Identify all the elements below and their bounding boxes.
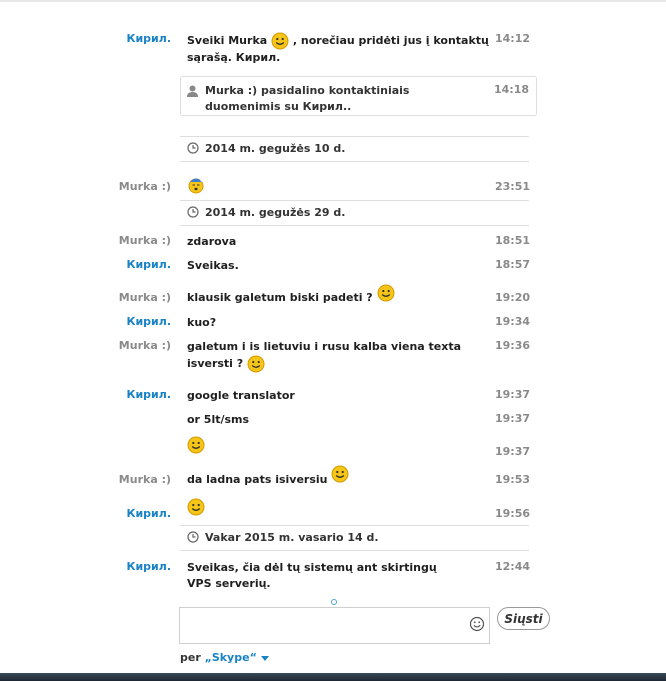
message-time: 19:37 <box>495 445 531 458</box>
message-time: 18:51 <box>495 234 531 247</box>
message-sender[interactable]: Murka :) <box>119 291 171 304</box>
message-text: Sveiki Murka , norečiau pridėti jus į ko… <box>187 32 492 66</box>
message-text-part: klausik galetum biski padeti ? <box>187 291 373 304</box>
message-row: Кирил. kuo? 19:34 <box>0 315 666 335</box>
message-sender[interactable]: Кирил. <box>126 315 171 328</box>
smiley-icon <box>377 284 395 302</box>
message-time: 19:56 <box>495 507 531 520</box>
message-sender[interactable]: Кирил. <box>126 32 171 45</box>
clock-icon <box>187 206 199 218</box>
message-row: Кирил. 19:56 <box>0 498 666 522</box>
message-row: Кирил. Sveiki Murka , norečiau pridėti j… <box>0 32 666 72</box>
send-button[interactable]: Siųsti <box>497 607 550 630</box>
message-time: 14:12 <box>495 32 531 45</box>
message-text-part: Sveiki Murka <box>187 34 268 47</box>
smiley-icon <box>331 465 349 483</box>
send-via-selector[interactable]: per „Skype“ <box>180 651 269 664</box>
message-text <box>187 176 492 194</box>
message-sender[interactable]: Murka :) <box>119 473 171 486</box>
contact-share-time: 14:18 <box>494 83 530 96</box>
clock-icon <box>187 531 199 543</box>
date-label: 2014 m. gegužės 29 d. <box>205 206 346 219</box>
message-sender[interactable]: Кирил. <box>126 258 171 271</box>
message-time: 19:20 <box>495 291 531 304</box>
message-text-part: da ladna pats isiversiu <box>187 473 328 486</box>
message-time: 12:44 <box>495 560 531 573</box>
date-label: Vakar 2015 m. vasario 14 d. <box>205 531 379 544</box>
chevron-down-icon[interactable] <box>260 655 269 661</box>
message-time: 19:36 <box>495 339 531 352</box>
message-row: Murka :) galetum i is lietuviu i rusu ka… <box>0 339 666 381</box>
message-row: Murka :) klausik galetum biski padeti ? … <box>0 284 666 310</box>
message-row: Кирил. Sveikas. 18:57 <box>0 258 666 278</box>
message-text: kuo? <box>187 316 217 329</box>
message-time: 19:37 <box>495 388 531 401</box>
message-input[interactable] <box>179 607 490 644</box>
message-row: Murka :) zdarova 18:51 <box>0 234 666 254</box>
message-time: 18:57 <box>495 258 531 271</box>
via-brand[interactable]: „Skype“ <box>205 651 257 664</box>
message-time: 19:53 <box>495 473 531 486</box>
message-time: 19:37 <box>495 412 531 425</box>
date-separator: 2014 m. gegužės 10 d. <box>180 136 529 162</box>
message-text-part: galetum i is lietuviu i rusu kalba viena… <box>187 340 462 370</box>
message-text: da ladna pats isiversiu <box>187 465 492 486</box>
contact-share-card[interactable]: Murka :) pasidalino kontaktiniais duomen… <box>180 76 537 116</box>
clock-icon <box>187 142 199 154</box>
message-sender[interactable]: Кирил. <box>126 507 171 520</box>
message-sender[interactable]: Кирил. <box>126 388 171 401</box>
message-text: galetum i is lietuviu i rusu kalba viena… <box>187 339 492 373</box>
taskbar <box>0 673 666 681</box>
message-row: Кирил. Sveikas, čia dėl tų sistemų ant s… <box>0 560 666 594</box>
message-text: Sveikas, čia dėl tų sistemų ant skirting… <box>187 561 437 590</box>
typing-indicator <box>331 599 337 605</box>
smiley-icon <box>187 436 205 454</box>
message-text: Sveikas. <box>187 259 239 272</box>
message-text <box>187 436 492 454</box>
message-row: 19:37 <box>0 436 666 460</box>
smiley-icon <box>247 355 265 373</box>
message-text: google translator <box>187 389 295 402</box>
date-separator: 2014 m. gegužės 29 d. <box>180 200 529 226</box>
message-text: klausik galetum biski padeti ? <box>187 284 492 304</box>
message-sender[interactable]: Murka :) <box>119 234 171 247</box>
message-time: 23:51 <box>495 180 531 193</box>
window-top-border <box>0 0 666 2</box>
message-sender[interactable]: Murka :) <box>119 180 171 193</box>
date-separator: Vakar 2015 m. vasario 14 d. <box>180 525 529 551</box>
message-row: or 5lt/sms 19:37 <box>0 412 666 432</box>
message-time: 19:34 <box>495 315 531 328</box>
emoticon-picker-icon[interactable] <box>469 616 485 635</box>
message-row: Murka :) 23:51 <box>0 176 666 196</box>
message-sender[interactable]: Murka :) <box>119 339 171 352</box>
via-prefix: per <box>180 651 205 664</box>
smiley-icon <box>187 498 205 516</box>
message-text <box>187 498 492 516</box>
date-label: 2014 m. gegužės 10 d. <box>205 142 346 155</box>
message-sender[interactable]: Кирил. <box>126 560 171 573</box>
smiley-icon <box>271 32 289 50</box>
message-row: Кирил. google translator 19:37 <box>0 388 666 408</box>
message-text: zdarova <box>187 235 237 248</box>
message-row: Murka :) da ladna pats isiversiu 19:53 <box>0 465 666 489</box>
message-text: or 5lt/sms <box>187 413 250 426</box>
sleepy-smiley-icon <box>187 176 205 194</box>
person-icon <box>187 85 198 97</box>
contact-share-text: Murka :) pasidalino kontaktiniais duomen… <box>205 84 410 113</box>
